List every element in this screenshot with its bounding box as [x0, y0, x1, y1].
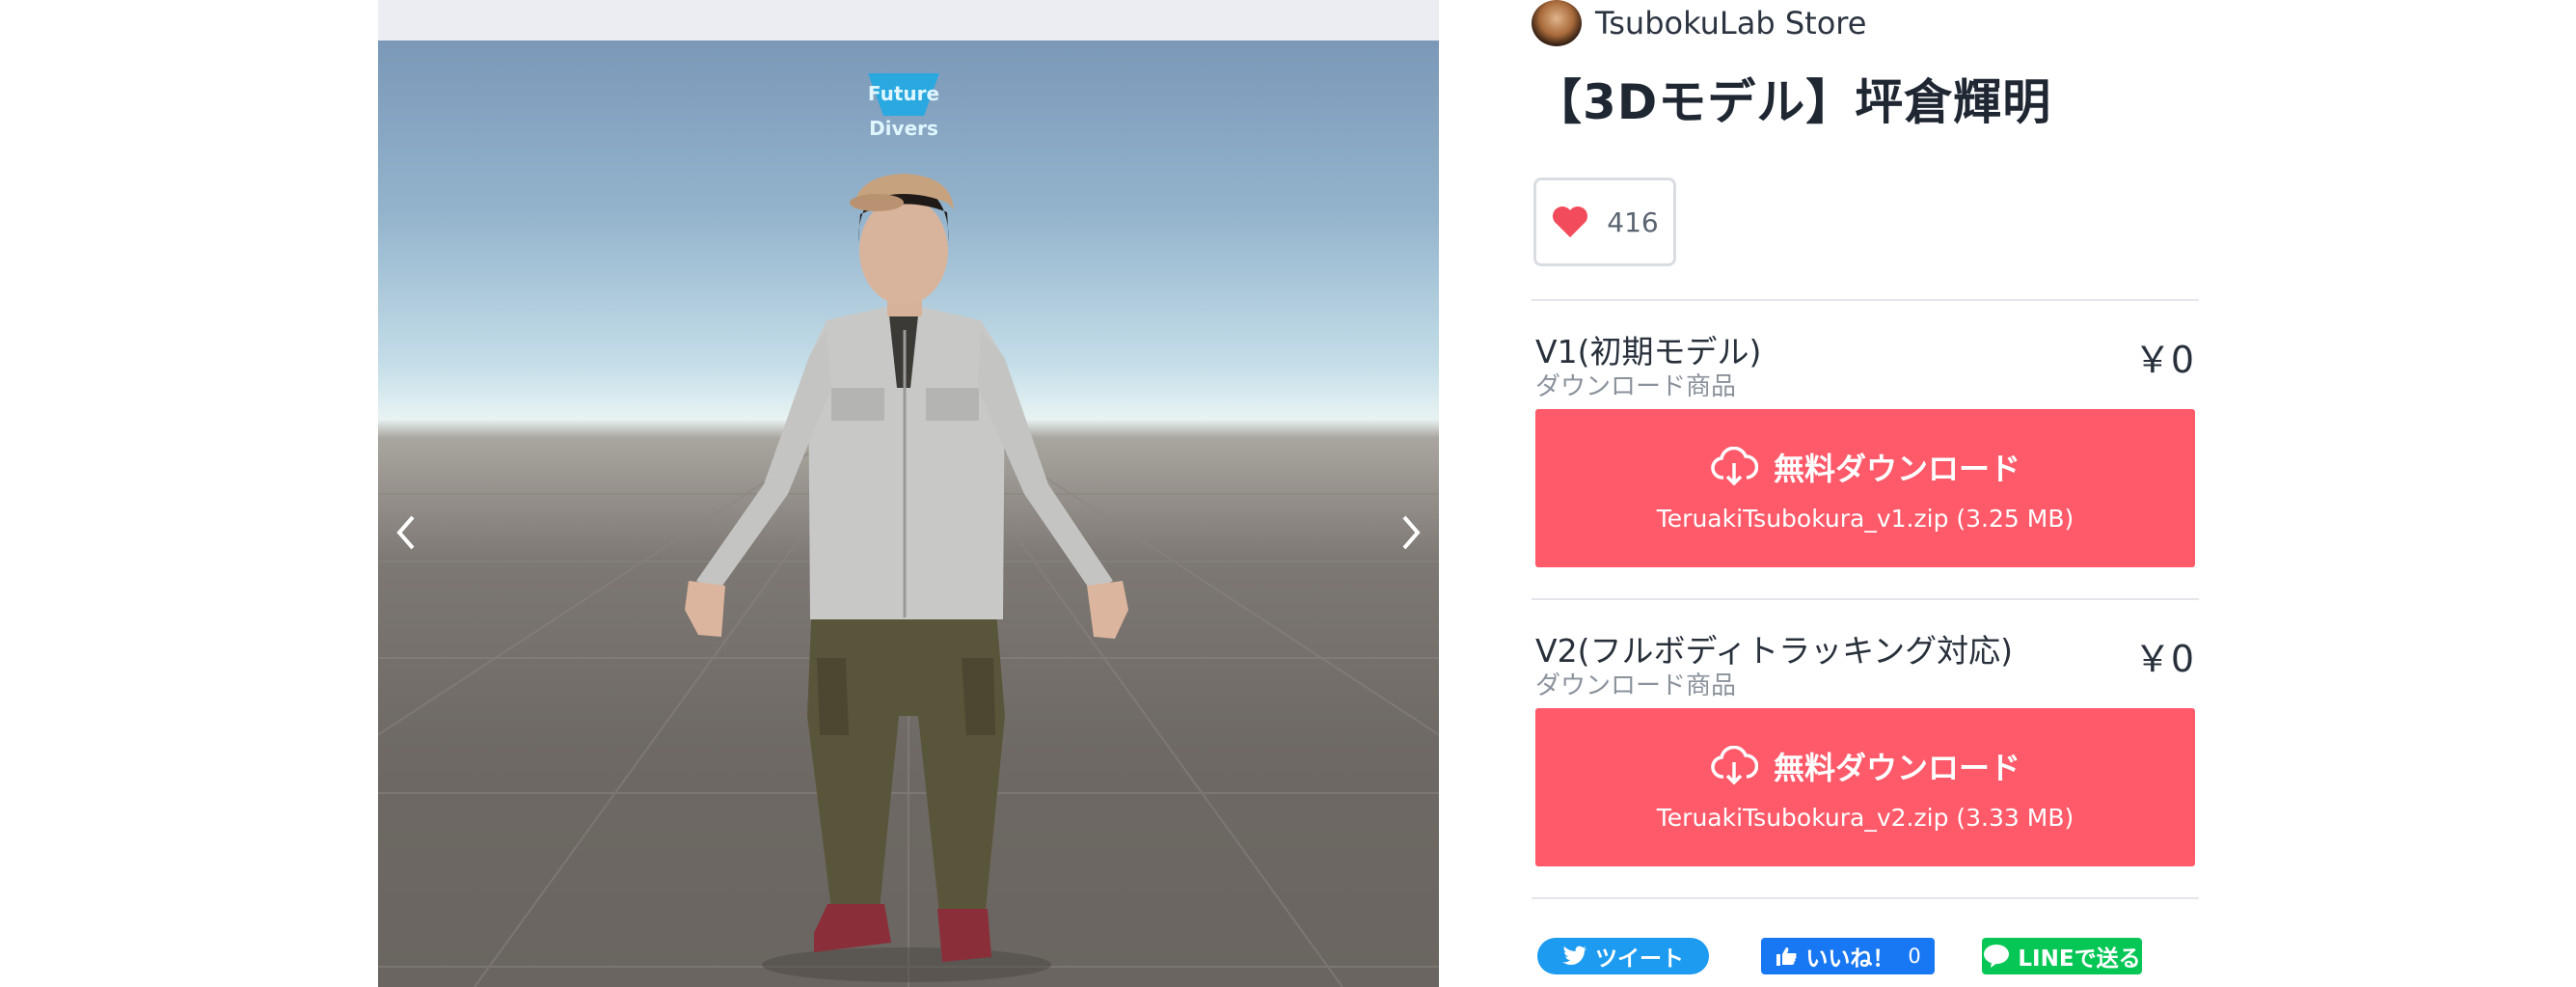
facebook-count: 0	[1908, 945, 1921, 968]
download-button-v2[interactable]: 無料ダウンロード TeruakiTsubokura_v2.zip (3.33 M…	[1535, 708, 2195, 866]
prev-image-button[interactable]	[378, 494, 436, 571]
item-type: ダウンロード商品	[1535, 672, 1737, 700]
item-price: ￥0	[2133, 638, 2194, 680]
tweet-label: ツイート	[1595, 946, 1684, 972]
like-button[interactable]: 416	[1533, 178, 1676, 266]
store-name: TsubokuLab Store	[1595, 5, 1867, 41]
like-count: 416	[1607, 206, 1659, 238]
viewer-top-bar	[378, 0, 1439, 41]
chevron-left-icon	[396, 515, 415, 550]
item-name: V1(初期モデル)	[1535, 333, 1762, 370]
download-file-name: TeruakiTsubokura_v1.zip (3.25 MB)	[1656, 504, 2074, 533]
thumbs-up-icon	[1776, 947, 1797, 966]
heart-icon	[1553, 206, 1588, 237]
cloud-download-icon	[1711, 446, 1758, 485]
facebook-label: いいね！	[1805, 946, 1895, 972]
facebook-like-button[interactable]: いいね！ 0	[1761, 938, 1935, 974]
future-divers-logo: Future Divers	[868, 73, 939, 140]
twitter-bird-icon	[1562, 946, 1586, 965]
tweet-button[interactable]: ツイート	[1537, 938, 1709, 974]
next-image-button[interactable]	[1381, 494, 1439, 571]
cloud-download-icon	[1711, 745, 1758, 784]
product-title: 【3Dモデル】坪倉輝明	[1533, 74, 2052, 130]
download-label: 無料ダウンロード	[1773, 450, 2020, 487]
model-preview-image: Future Divers	[378, 73, 1439, 987]
line-logo-icon	[1984, 945, 2010, 968]
download-button-v1[interactable]: 無料ダウンロード TeruakiTsubokura_v1.zip (3.25 M…	[1535, 409, 2195, 567]
item-price: ￥0	[2133, 339, 2194, 381]
line-share-button[interactable]: LINEで送る	[1982, 938, 2142, 974]
divider	[1532, 299, 2199, 301]
store-link[interactable]: TsubokuLab Store	[1532, 0, 1866, 46]
model-viewer[interactable]: Future Divers	[378, 41, 1439, 987]
store-avatar	[1532, 0, 1582, 46]
svg-text:Future: Future	[868, 82, 939, 105]
divider	[1532, 598, 2199, 600]
chevron-right-icon	[1402, 515, 1421, 550]
line-label: LINEで送る	[2018, 946, 2141, 972]
divider	[1532, 897, 2199, 899]
svg-text:Divers: Divers	[869, 117, 938, 140]
download-label: 無料ダウンロード	[1773, 749, 2020, 786]
item-name: V2(フルボディトラッキング対応)	[1535, 632, 2014, 670]
download-file-name: TeruakiTsubokura_v2.zip (3.33 MB)	[1656, 803, 2074, 832]
item-type: ダウンロード商品	[1535, 372, 1737, 401]
